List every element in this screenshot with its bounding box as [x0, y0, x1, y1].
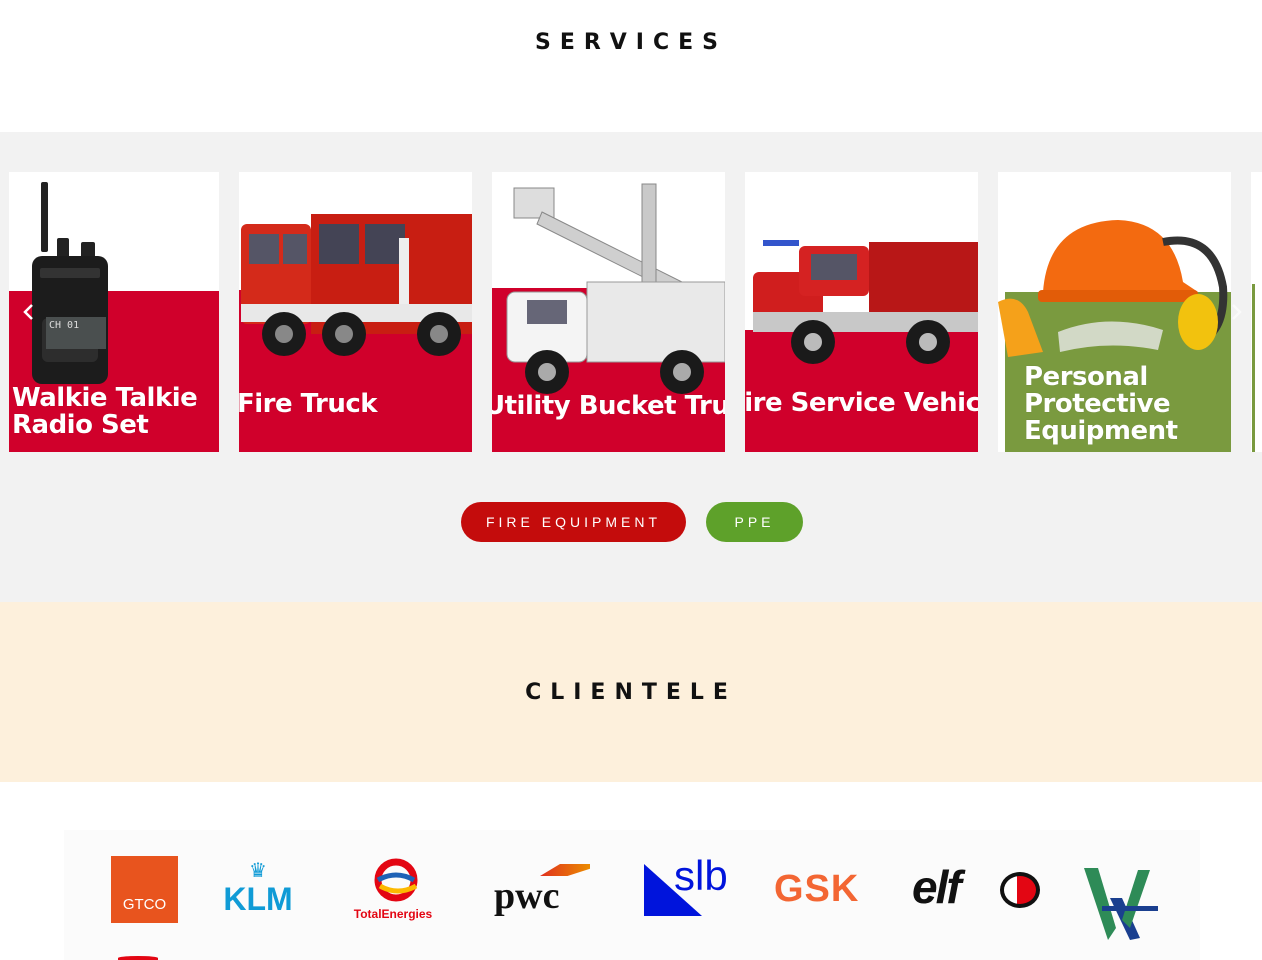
service-card-utility-bucket-truck[interactable]: Utility Bucket Truck — [492, 172, 725, 452]
gtco-logo: GTCO — [111, 856, 178, 923]
bucket-truck-image — [506, 183, 725, 394]
service-card-fire-truck[interactable]: Fire Truck — [239, 172, 472, 452]
klm-logo-text: KLM — [223, 881, 293, 917]
service-card-fire-service-vehicle[interactable]: Fire Service Vehicle — [745, 172, 978, 452]
card-title-line: Personal — [1024, 362, 1148, 392]
client-logos: GTCO ♛ KLM TotalEnergies pwc slb GSK elf — [64, 830, 1200, 960]
crown-icon: ♛ — [249, 860, 267, 882]
service-card-ppe[interactable]: Personal Protective Equipment — [998, 172, 1231, 452]
walkie-talkie-image — [32, 182, 108, 384]
card-title-line: Walkie Talkie — [12, 383, 198, 413]
radio-channel-text: CH 01 — [49, 320, 80, 331]
card-title-line: Equipment — [1024, 416, 1178, 446]
fire-truck-image — [241, 214, 472, 356]
chevron-left-icon[interactable] — [19, 300, 39, 324]
card-title: Fire Service Vehicle — [745, 390, 978, 417]
clientele-section: CLIENTELE — [0, 602, 1262, 782]
card-title-line: Radio Set — [12, 410, 149, 440]
totalenergies-logo-text: TotalEnergies — [353, 907, 433, 921]
totalenergies-logo: TotalEnergies — [348, 856, 438, 926]
ppe-image — [998, 220, 1228, 357]
pwc-logo-text: pwc — [494, 875, 560, 917]
chevron-right-icon[interactable] — [1226, 300, 1246, 324]
clientele-title: CLIENTELE — [525, 680, 737, 705]
service-filters: FIRE EQUIPMENT PPE — [0, 502, 1262, 542]
fire-equipment-button[interactable]: FIRE EQUIPMENT — [461, 502, 686, 542]
w-client-logo — [1084, 868, 1158, 940]
card-title-line: Fire Truck — [239, 389, 378, 419]
card-title: Fire Truck — [239, 389, 378, 419]
card-title-line: Utility Bucket Truck — [492, 391, 725, 421]
fire-service-vehicle-image — [753, 240, 978, 364]
radio-screen: CH 01 — [46, 317, 106, 349]
service-card-partial — [1251, 172, 1262, 452]
card-title: Personal Protective Equipment — [1024, 364, 1178, 445]
services-header: SERVICES — [0, 0, 1262, 132]
gtco-logo-text: GTCO — [122, 896, 167, 913]
elf-flag-icon — [1000, 872, 1040, 908]
services-title: SERVICES — [534, 30, 728, 55]
klm-logo: ♛ KLM — [210, 860, 306, 924]
slb-logo: slb — [642, 852, 734, 920]
elf-logo: elf — [912, 861, 1044, 914]
card-title-line: Protective — [1024, 389, 1171, 419]
pwc-logo: pwc — [494, 864, 594, 920]
service-card-walkie-talkie[interactable]: CH 01 Walkie Talkie Radio Set — [9, 172, 219, 452]
ppe-button[interactable]: PPE — [706, 502, 803, 542]
gsk-logo: GSK — [774, 868, 860, 910]
logo-row-2-partial — [118, 956, 158, 960]
card-band — [1252, 284, 1255, 452]
slb-logo-text: slb — [674, 852, 728, 899]
card-title: Walkie Talkie Radio Set — [12, 383, 198, 440]
totalenergies-mark-icon — [374, 858, 418, 902]
card-title-line: Fire Service Vehicle — [745, 388, 978, 418]
elf-logo-text: elf — [912, 861, 962, 913]
services-carousel: CH 01 Walkie Talkie Radio Set Fire Truck — [0, 132, 1262, 602]
card-title: Utility Bucket Truck — [492, 393, 725, 420]
